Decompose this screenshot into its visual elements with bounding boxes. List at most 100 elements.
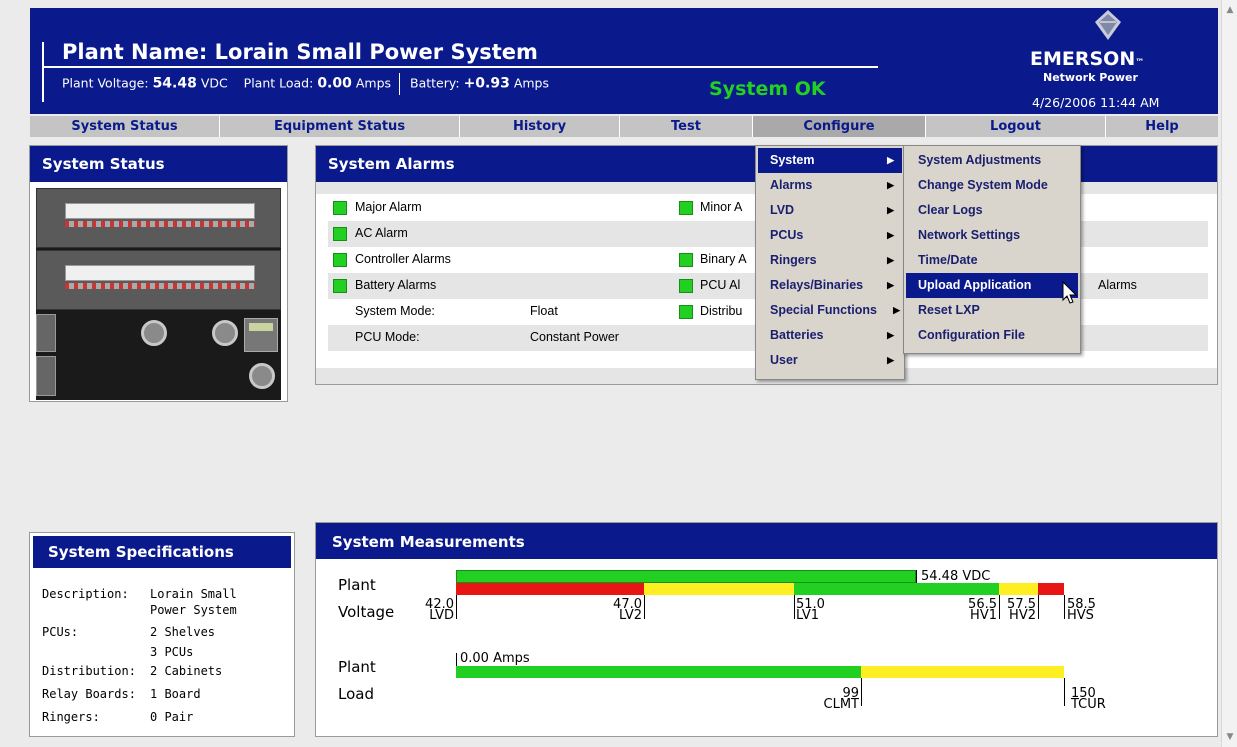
stats-separator xyxy=(399,73,401,95)
system-status-title: System Status xyxy=(30,146,287,182)
menu-item-reset-lxp[interactable]: Reset LXP xyxy=(906,298,1078,323)
system-specs-title: System Specifications xyxy=(33,536,291,568)
submenu-arrow-icon: ▶ xyxy=(887,355,894,365)
spec-label: Distribution: xyxy=(42,664,136,678)
fan-icon xyxy=(249,363,275,389)
submenu-arrow-icon: ▶ xyxy=(887,280,894,290)
spec-label: Relay Boards: xyxy=(42,687,136,701)
spec-value: 3 PCUs xyxy=(150,645,194,659)
load-unit: Amps xyxy=(355,75,392,91)
tab-equipment-status[interactable]: Equipment Status xyxy=(220,116,460,137)
voltage-unit: VDC xyxy=(200,75,228,91)
vertical-scrollbar[interactable]: ▲ ▼ xyxy=(1221,0,1237,747)
battery-label: Battery: xyxy=(410,75,460,91)
menu-item-upload-application[interactable]: Upload Application xyxy=(906,273,1078,298)
status-indicator xyxy=(679,253,693,267)
mode-value: Float xyxy=(530,304,558,318)
status-indicator xyxy=(679,305,693,319)
menu-item-time-date[interactable]: Time/Date xyxy=(906,248,1078,273)
system-specs-panel: System Specifications Description: Lorai… xyxy=(29,532,295,737)
tick-label: 51.0 LV1 xyxy=(796,597,825,623)
menu-item-network-settings[interactable]: Network Settings xyxy=(906,223,1078,248)
scroll-down-icon[interactable]: ▼ xyxy=(1224,731,1236,743)
tick-label: 56.5 HV1 xyxy=(968,597,997,623)
submenu-arrow-icon: ▶ xyxy=(887,255,894,265)
menu-item-configuration-file[interactable]: Configuration File xyxy=(906,323,1078,348)
tab-test[interactable]: Test xyxy=(620,116,753,137)
tick-label: 42.0 LVD xyxy=(425,597,454,623)
load-reading-text: 0.00 Amps xyxy=(460,651,530,666)
plant-name: Plant Name: Lorain Small Power System xyxy=(62,40,538,64)
voltage-band-normal xyxy=(794,583,999,595)
submenu-arrow-icon: ▶ xyxy=(887,230,894,240)
tick-label: 58.5 HVS xyxy=(1067,597,1096,623)
emerson-logo-icon xyxy=(1095,10,1121,40)
voltage-band-high xyxy=(1038,583,1064,595)
controller-module xyxy=(244,318,278,352)
system-status-text: System OK xyxy=(709,78,826,100)
status-indicator xyxy=(679,279,693,293)
load-band-warn xyxy=(861,666,1064,678)
submenu-arrow-icon: ▶ xyxy=(887,155,894,165)
menu-item-alarms[interactable]: Alarms ▶ xyxy=(758,173,902,198)
menu-item-ringers[interactable]: Ringers ▶ xyxy=(758,248,902,273)
fan-icon xyxy=(141,320,167,346)
mode-label: PCU Mode: xyxy=(355,330,420,344)
voltage-reading-bar xyxy=(456,570,916,583)
voltage-band-high-warn xyxy=(999,583,1038,595)
alarm-label: Major Alarm xyxy=(355,200,422,214)
load-meter-label: Plant xyxy=(338,658,376,676)
alarm-label: AC Alarm xyxy=(355,226,408,240)
spec-value: Lorain Small xyxy=(150,587,237,601)
mouse-pointer-icon xyxy=(1062,281,1078,304)
spec-label: Description: xyxy=(42,587,129,601)
menu-item-pcus[interactable]: PCUs ▶ xyxy=(758,223,902,248)
emerson-logo: EMERSON™ xyxy=(1030,48,1145,70)
voltage-band-low xyxy=(456,583,644,595)
menu-item-system-adjustments[interactable]: System Adjustments xyxy=(906,148,1078,173)
tab-system-status[interactable]: System Status xyxy=(30,116,220,137)
scroll-up-icon[interactable]: ▲ xyxy=(1224,4,1236,16)
submenu-arrow-icon: ▶ xyxy=(887,180,894,190)
menu-item-batteries[interactable]: Batteries ▶ xyxy=(758,323,902,348)
menu-item-system[interactable]: System ▶ xyxy=(758,148,902,173)
tab-history[interactable]: History xyxy=(460,116,620,137)
menu-item-user[interactable]: User ▶ xyxy=(758,348,902,373)
mode-value: Constant Power xyxy=(530,330,619,344)
spec-value: 2 Shelves xyxy=(150,625,216,639)
voltage-value: 54.48 xyxy=(152,75,197,92)
menu-item-lvd[interactable]: LVD ▶ xyxy=(758,198,902,223)
logo-subtitle: Network Power xyxy=(1043,71,1138,84)
system-status-panel: System Status xyxy=(29,145,288,402)
tab-logout[interactable]: Logout xyxy=(926,116,1106,137)
header-divider xyxy=(42,42,44,102)
alarm-label: Alarms xyxy=(1098,278,1137,292)
voltage-meter-label: Plant xyxy=(338,576,376,594)
status-indicator xyxy=(333,201,347,215)
header-banner: Plant Name: Lorain Small Power System Pl… xyxy=(30,8,1218,114)
load-band-normal xyxy=(456,666,861,678)
voltage-meter-label: Voltage xyxy=(338,603,395,621)
load-meter-label: Load xyxy=(338,685,374,703)
submenu-arrow-icon: ▶ xyxy=(887,205,894,215)
menu-item-change-system-mode[interactable]: Change System Mode xyxy=(906,173,1078,198)
tick-label: 99 CLMT xyxy=(823,686,859,712)
tab-configure[interactable]: Configure xyxy=(753,116,926,137)
system-submenu: System Adjustments Change System Mode Cl… xyxy=(903,145,1081,354)
menu-item-relays-binaries[interactable]: Relays/Binaries ▶ xyxy=(758,273,902,298)
header-rule xyxy=(43,66,878,68)
menu-item-special-functions[interactable]: Special Functions ▶ xyxy=(758,298,902,323)
submenu-arrow-icon: ▶ xyxy=(893,305,900,315)
menu-item-clear-logs[interactable]: Clear Logs xyxy=(906,198,1078,223)
voltage-band-warn xyxy=(644,583,794,595)
configure-menu: System ▶ Alarms ▶ LVD ▶ PCUs ▶ Ringers ▶ Rela… xyxy=(755,145,905,380)
alarm-label: PCU Al xyxy=(700,278,741,292)
tab-help[interactable]: Help xyxy=(1106,116,1218,137)
status-indicator xyxy=(333,279,347,293)
system-measurements-panel: System Measurements Plant Voltage 54.48 … xyxy=(315,522,1218,737)
spec-value: 2 Cabinets xyxy=(150,664,223,678)
submenu-arrow-icon: ▶ xyxy=(887,330,894,340)
status-indicator xyxy=(333,227,347,241)
plant-stats: Plant Voltage: 54.48 VDC Plant Load: 0.0… xyxy=(62,73,549,95)
tick-label: 57.5 HV2 xyxy=(1007,597,1036,623)
